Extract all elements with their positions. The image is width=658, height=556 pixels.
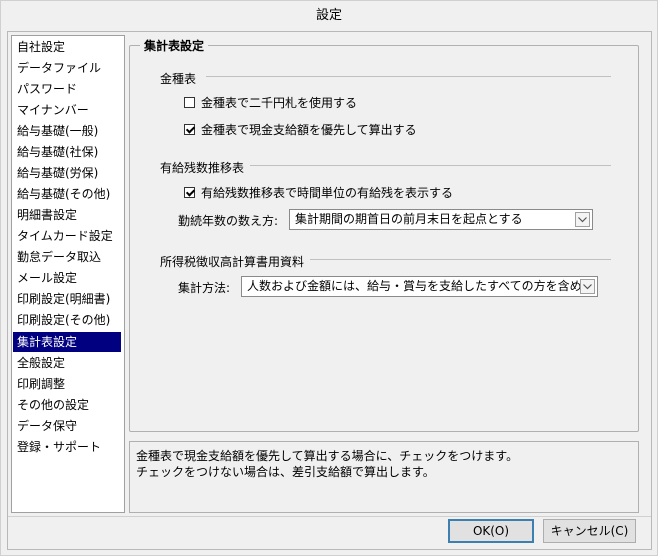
footer-divider [8,516,651,517]
chevron-down-icon[interactable] [575,212,590,227]
checkbox-box[interactable] [184,187,195,198]
checkbox-label: 金種表で現金支給額を優先して算出する [201,123,417,137]
kinzoku-select-value: 集計期間の期首日の前月末日を起点とする [295,212,523,226]
ok-button[interactable]: OK(O) [448,519,534,543]
checkbox-label: 有給残数推移表で時間単位の有給残を表示する [201,186,454,200]
settings-groupbox: 集計表設定 金種表 金種表で二千円札を使用する 金種表で現金支給額を優先して算出… [129,37,639,432]
sidebar-item-kintai-import[interactable]: 勤怠データ取込 [13,247,121,267]
dialog-client: 自社設定 データファイル パスワード マイナンバー 給与基礎(一般) 給与基礎(… [7,31,652,550]
sidebar-item-data-file[interactable]: データファイル [13,58,121,78]
shukei-method-select[interactable]: 人数および金額には、給与・賞与を支給したすべての方を含める [241,276,598,297]
sidebar-item-zenpan[interactable]: 全般設定 [13,353,121,373]
sidebar-item-other-settings[interactable]: その他の設定 [13,395,121,415]
sidebar-item-kyuyo-ippan[interactable]: 給与基礎(一般) [13,121,121,141]
sidebar-item-password[interactable]: パスワード [13,79,121,99]
sidebar-item-mail[interactable]: メール設定 [13,268,121,288]
sidebar-item-kyuyo-roho[interactable]: 給与基礎(労保) [13,163,121,183]
section-title-kinsyu: 金種表 [160,72,197,86]
shukei-method-value: 人数および金額には、給与・賞与を支給したすべての方を含める [247,279,594,293]
kinzoku-label: 勤続年数の数え方: [178,214,279,228]
sidebar-item-jisha[interactable]: 自社設定 [13,37,121,57]
shukei-method-label: 集計方法: [178,281,231,295]
sidebar-item-print-other[interactable]: 印刷設定(その他) [13,310,121,330]
window-title: 設定 [1,1,657,31]
checkbox-genkin-yusen[interactable]: 金種表で現金支給額を優先して算出する [184,121,417,138]
section-divider [310,259,611,260]
kinzoku-select[interactable]: 集計期間の期首日の前月末日を起点とする [289,209,593,230]
help-panel: 金種表で現金支給額を優先して算出する場合に、チェックをつけます。 チェックをつけ… [129,441,639,513]
checkbox-nisen-yen[interactable]: 金種表で二千円札を使用する [184,94,357,111]
settings-window: 設定 自社設定 データファイル パスワード マイナンバー 給与基礎(一般) 給与… [0,0,658,556]
sidebar-item-registration[interactable]: 登録・サポート [13,437,121,457]
cancel-button[interactable]: キャンセル(C) [543,519,636,543]
sidebar-item-meisai[interactable]: 明細書設定 [13,205,121,225]
section-title-shotoku: 所得税徴収高計算書用資料 [160,255,305,269]
sidebar-item-kyuyo-other[interactable]: 給与基礎(その他) [13,184,121,204]
checkbox-jikan-tani[interactable]: 有給残数推移表で時間単位の有給残を表示する [184,184,453,201]
section-title-yukyu: 有給残数推移表 [160,161,245,175]
chevron-down-icon[interactable] [580,279,595,294]
section-divider [250,165,611,166]
sidebar-item-shukeihyo[interactable]: 集計表設定 [13,332,121,352]
checkbox-label: 金種表で二千円札を使用する [201,96,358,110]
help-text-line-1: 金種表で現金支給額を優先して算出する場合に、チェックをつけます。 [136,449,519,463]
checkbox-box[interactable] [184,124,195,135]
sidebar-item-print-meisai[interactable]: 印刷設定(明細書) [13,289,121,309]
settings-sidebar: 自社設定 データファイル パスワード マイナンバー 給与基礎(一般) 給与基礎(… [11,35,125,513]
sidebar-item-kyuyo-shaho[interactable]: 給与基礎(社保) [13,142,121,162]
checkbox-box[interactable] [184,97,195,108]
sidebar-item-timecard[interactable]: タイムカード設定 [13,226,121,246]
groupbox-title: 集計表設定 [140,37,209,54]
help-text-line-2: チェックをつけない場合は、差引支給額で算出します。 [136,465,435,479]
sidebar-item-data-maintenance[interactable]: データ保守 [13,416,121,436]
sidebar-item-print-adjust[interactable]: 印刷調整 [13,374,121,394]
sidebar-item-mynumber[interactable]: マイナンバー [13,100,121,120]
section-divider [206,76,611,77]
